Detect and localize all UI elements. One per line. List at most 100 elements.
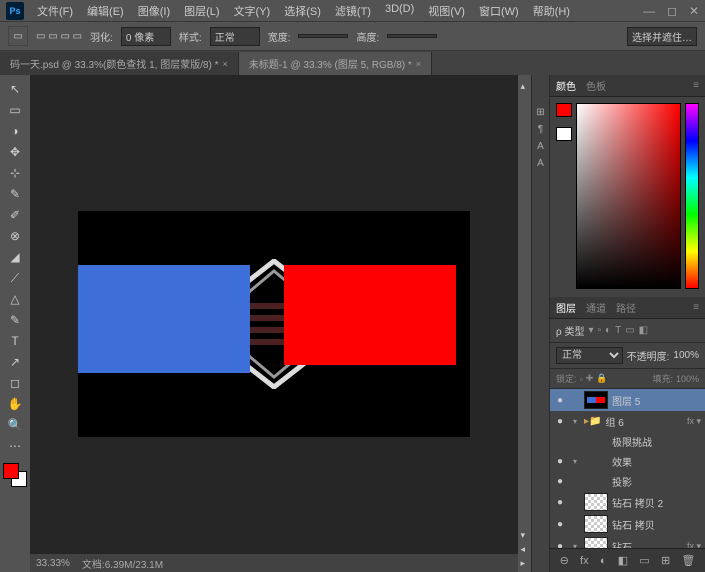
zoom-tool[interactable]: 🔍 xyxy=(3,415,27,435)
lock-all-icon[interactable]: 🔒 xyxy=(596,373,607,384)
visibility-icon[interactable]: ● xyxy=(554,416,566,427)
type-tool[interactable]: T xyxy=(3,331,27,351)
menu-edit[interactable]: 编辑(E) xyxy=(80,0,131,22)
zoom-level[interactable]: 33.33% xyxy=(36,558,70,569)
eyedropper-tool[interactable]: ✎ xyxy=(3,184,27,204)
healing-tool[interactable]: ✐ xyxy=(3,205,27,225)
trash-icon[interactable]: 🗑 xyxy=(681,554,695,567)
layer-name[interactable]: 钻石 xyxy=(612,539,683,549)
pen-tool[interactable]: ✎ xyxy=(3,310,27,330)
move-tool[interactable]: ↖ xyxy=(3,79,27,99)
panel-menu-icon[interactable]: ≡ xyxy=(693,302,699,313)
close-button[interactable]: ✕ xyxy=(689,4,699,18)
visibility-icon[interactable]: ● xyxy=(554,519,566,530)
close-icon[interactable]: × xyxy=(416,59,421,69)
menu-view[interactable]: 视图(V) xyxy=(421,0,472,22)
feather-input[interactable]: 0 像素 xyxy=(121,27,171,46)
minimize-button[interactable]: — xyxy=(643,4,655,18)
close-icon[interactable]: × xyxy=(223,59,228,69)
visibility-icon[interactable]: ● xyxy=(554,497,566,508)
shape-tool[interactable]: ◻ xyxy=(3,373,27,393)
visibility-icon[interactable]: ● xyxy=(554,456,566,467)
layer-row[interactable]: ● 图层 5 xyxy=(550,389,705,411)
new-layer-icon[interactable]: ⊞ xyxy=(661,554,670,567)
tab-color[interactable]: 颜色 xyxy=(556,78,576,93)
filter-shape-icon[interactable]: ▭ xyxy=(625,325,634,336)
group-icon[interactable]: ▭ xyxy=(639,554,649,567)
hand-tool[interactable]: ✋ xyxy=(3,394,27,414)
character-icon[interactable]: A xyxy=(537,141,544,152)
fill-value[interactable]: 100% xyxy=(676,374,699,384)
paragraph-icon[interactable]: ¶ xyxy=(538,124,543,135)
layer-row[interactable]: ●▾▸📁组 6fx ▾ xyxy=(550,411,705,431)
layer-row[interactable]: ●▾钻石fx ▾ xyxy=(550,535,705,548)
gradient-tool[interactable]: △ xyxy=(3,289,27,309)
layer-name[interactable]: 钻石 拷贝 2 xyxy=(612,495,701,510)
menu-type[interactable]: 文字(Y) xyxy=(227,0,278,22)
hue-slider[interactable] xyxy=(685,103,699,289)
filter-adjust-icon[interactable]: ◐ xyxy=(605,325,611,336)
lock-pixels-icon[interactable]: ▫ xyxy=(580,374,583,384)
layer-row[interactable]: 极限挑战 xyxy=(550,431,705,451)
tab-swatches[interactable]: 色板 xyxy=(586,78,606,93)
lasso-tool[interactable]: ◑ xyxy=(3,121,27,141)
layer-name[interactable]: 钻石 拷贝 xyxy=(612,517,701,532)
menu-select[interactable]: 选择(S) xyxy=(277,0,328,22)
filter-type-icon[interactable]: T xyxy=(615,325,621,336)
fx-badge[interactable]: fx ▾ xyxy=(687,416,701,427)
brush-tool[interactable]: ⊗ xyxy=(3,226,27,246)
tab-paths[interactable]: 路径 xyxy=(616,300,636,315)
mask-icon[interactable]: ◐ xyxy=(600,555,607,567)
path-tool[interactable]: ↗ xyxy=(3,352,27,372)
character-icon[interactable]: A xyxy=(537,158,544,169)
tab-channels[interactable]: 通道 xyxy=(586,300,606,315)
adjustment-icon[interactable]: ◧ xyxy=(618,554,628,567)
blend-mode-select[interactable]: 正常 xyxy=(556,347,623,364)
maximize-button[interactable]: ◻ xyxy=(667,4,677,18)
foreground-color[interactable] xyxy=(3,463,19,479)
layer-row[interactable]: ● 钻石 拷贝 xyxy=(550,513,705,535)
menu-file[interactable]: 文件(F) xyxy=(30,0,80,22)
canvas[interactable] xyxy=(78,211,470,437)
document-tab[interactable]: 未标题-1 @ 33.3% (图层 5, RGB/8) *× xyxy=(239,52,432,75)
kind-filter[interactable]: ρ 类型 xyxy=(556,323,584,338)
visibility-icon[interactable]: ● xyxy=(554,476,566,487)
clone-tool[interactable]: ◢ xyxy=(3,247,27,267)
layer-row[interactable]: ● 钻石 拷贝 2 xyxy=(550,491,705,513)
marquee-tool[interactable]: ▭ xyxy=(3,100,27,120)
layer-row[interactable]: ●投影 xyxy=(550,471,705,491)
menu-help[interactable]: 帮助(H) xyxy=(526,0,577,22)
bg-swatch[interactable] xyxy=(556,127,572,141)
filter-pixel-icon[interactable]: ▫ xyxy=(598,325,602,336)
more-tools[interactable]: ⋯ xyxy=(3,436,27,456)
tool-preset-icon[interactable]: ▭ xyxy=(8,26,28,46)
menu-filter[interactable]: 滤镜(T) xyxy=(328,0,378,22)
lock-position-icon[interactable]: ✚ xyxy=(586,373,594,384)
quick-select-tool[interactable]: ✥ xyxy=(3,142,27,162)
panel-icon[interactable]: ⊞ xyxy=(536,107,544,118)
layer-name[interactable]: 组 6 xyxy=(605,414,682,429)
width-input[interactable] xyxy=(298,34,348,38)
height-input[interactable] xyxy=(387,34,437,38)
opacity-value[interactable]: 100% xyxy=(673,350,699,361)
crop-tool[interactable]: ⊹ xyxy=(3,163,27,183)
filter-smart-icon[interactable]: ◧ xyxy=(639,325,648,336)
color-swatches[interactable] xyxy=(3,463,27,487)
menu-layer[interactable]: 图层(L) xyxy=(177,0,226,22)
fg-swatch[interactable] xyxy=(556,103,572,117)
link-layers-icon[interactable]: ⊖ xyxy=(560,554,569,567)
fx-icon[interactable]: fx xyxy=(580,555,589,567)
tab-layers[interactable]: 图层 xyxy=(556,300,576,315)
menu-3d[interactable]: 3D(D) xyxy=(378,0,421,22)
refine-edge-button[interactable]: 选择并遮住… xyxy=(627,27,697,46)
menu-image[interactable]: 图像(I) xyxy=(131,0,177,22)
scrollbar[interactable]: ▴▾◂▸ xyxy=(518,75,531,572)
fx-badge[interactable]: fx ▾ xyxy=(687,541,701,549)
panel-menu-icon[interactable]: ≡ xyxy=(693,80,699,91)
style-select[interactable]: 正常 xyxy=(210,27,260,46)
document-tab[interactable]: 码一天.psd @ 33.3%(颜色查找 1, 图层蒙版/8) *× xyxy=(0,52,239,75)
layer-row[interactable]: ●▾效果 xyxy=(550,451,705,471)
visibility-icon[interactable]: ● xyxy=(554,395,566,406)
visibility-icon[interactable]: ● xyxy=(554,541,566,549)
layer-name[interactable]: 图层 5 xyxy=(612,393,701,408)
